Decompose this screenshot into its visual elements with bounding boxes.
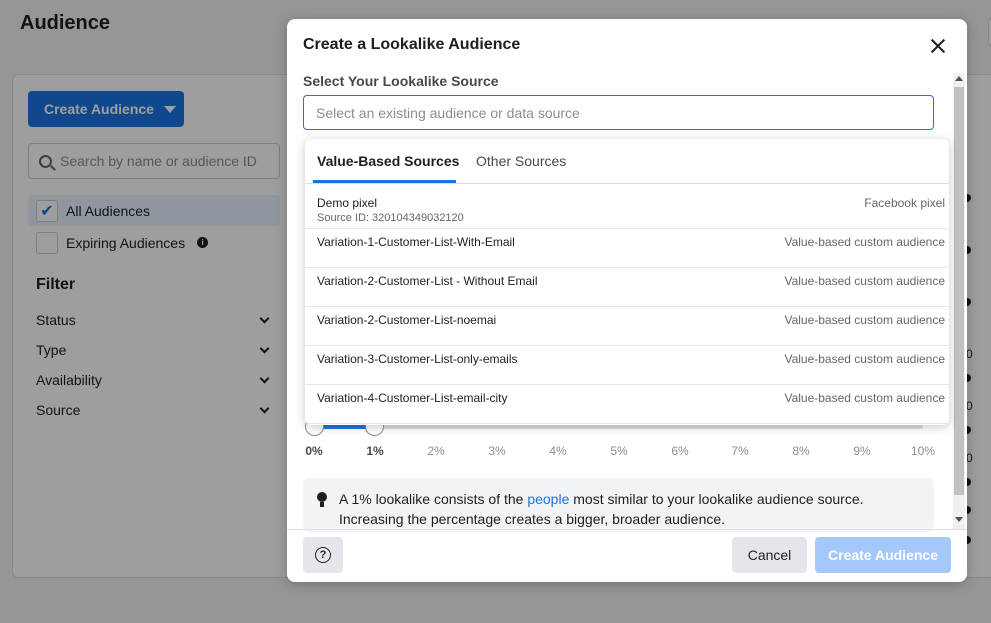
list-item[interactable]: Variation-4-Customer-List-email-city Val… [305,385,949,424]
source-type: Value-based custom audience [784,391,945,405]
slider-tick-labels: 0% 1% 2% 3% 4% 5% 6% 7% 8% 9% 10% [304,444,935,460]
lookalike-info-box: A 1% lookalike consists of the people mo… [303,478,934,532]
info-text-start: A 1% lookalike consists of the [339,491,528,507]
source-tabs: Value-Based Sources Other Sources [305,139,949,184]
tick-label: 9% [853,444,871,458]
tick-label: 4% [549,444,567,458]
tick-label: 2% [427,444,445,458]
source-type: Value-based custom audience [784,352,945,366]
tick-label: 7% [731,444,749,458]
lookalike-audience-dialog: Create a Lookalike Audience Select Your … [287,19,967,582]
lightbulb-icon [317,492,327,508]
list-item[interactable]: Variation-2-Customer-List-noemai Value-b… [305,307,949,346]
tick-label: 10% [910,444,936,458]
active-tab-indicator [313,180,456,183]
source-type: Facebook pixel [864,196,945,210]
source-name: Demo pixel [317,196,378,210]
scrollbar-thumb[interactable] [954,87,964,495]
footer-divider [287,529,967,530]
dialog-title: Create a Lookalike Audience [303,36,521,53]
source-type: Value-based custom audience [784,235,945,249]
tick-label: 5% [610,444,628,458]
lookalike-source-input[interactable] [303,95,934,130]
scroll-down-arrow-icon[interactable] [955,517,963,522]
list-item[interactable]: Variation-1-Customer-List-With-Email Val… [305,229,949,268]
tick-label: 0% [305,444,323,458]
help-icon: ? [315,547,331,563]
scroll-up-arrow-icon[interactable] [955,76,963,81]
source-list: Demo pixel Source ID: 320104349032120 Fa… [305,190,949,424]
source-type: Value-based custom audience [784,274,945,288]
create-audience-button[interactable]: Create Audience [815,537,951,573]
source-type: Value-based custom audience [784,313,945,327]
tab-value-based-sources[interactable]: Value-Based Sources [317,153,459,169]
tick-label: 8% [792,444,810,458]
info-text: A 1% lookalike consists of the people mo… [339,489,919,529]
list-item[interactable]: Variation-2-Customer-List - Without Emai… [305,268,949,307]
close-icon[interactable] [927,35,949,57]
cancel-button[interactable]: Cancel [732,537,807,573]
people-link[interactable]: people [527,491,569,507]
source-section-label: Select Your Lookalike Source [303,73,499,89]
list-item[interactable]: Variation-3-Customer-List-only-emails Va… [305,346,949,385]
help-button[interactable]: ? [303,537,343,573]
list-item[interactable]: Demo pixel Source ID: 320104349032120 Fa… [305,190,949,229]
source-id: Source ID: 320104349032120 [317,212,464,224]
tick-label: 6% [671,444,689,458]
tab-other-sources[interactable]: Other Sources [476,153,566,169]
source-dropdown: Value-Based Sources Other Sources Demo p… [305,139,949,425]
tick-label: 3% [488,444,506,458]
tick-label: 1% [366,444,384,458]
